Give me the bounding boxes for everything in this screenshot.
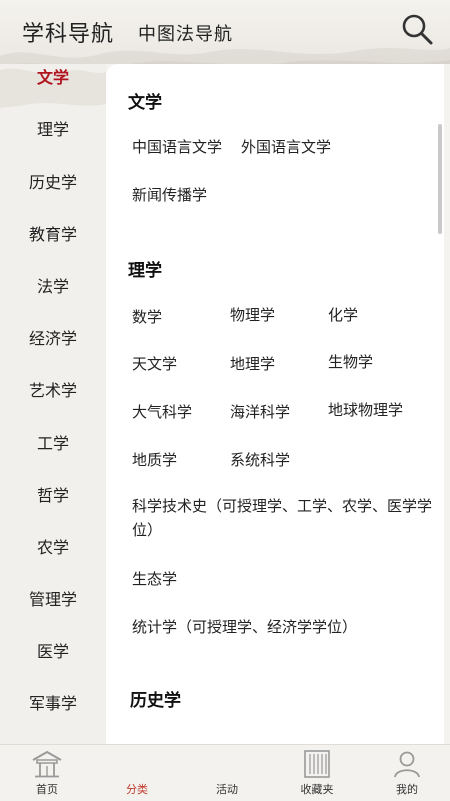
subject-link[interactable]: 地质学 xyxy=(132,449,177,470)
subject-content-panel[interactable]: 文学 中国语言文学 外国语言文学 新闻传播学 理学 数学 物理学 化学 天文学 … xyxy=(106,64,444,746)
sidebar-item-literature[interactable]: 文学 xyxy=(0,58,106,98)
sidebar-item-economics[interactable]: 经济学 xyxy=(0,319,106,359)
subject-link[interactable]: 物理学 xyxy=(230,304,275,325)
subject-link[interactable]: 生物学 xyxy=(328,351,373,372)
sidebar-item-management[interactable]: 管理学 xyxy=(0,580,106,620)
subject-link[interactable]: 地球物理学 xyxy=(328,399,403,420)
tab-clc-navigation[interactable]: 中图法导航 xyxy=(138,20,233,46)
nav-label-home: 首页 xyxy=(36,783,58,796)
section-title-science: 理学 xyxy=(128,261,162,281)
subject-link[interactable]: 天文学 xyxy=(132,353,177,374)
subject-link[interactable]: 系统科学 xyxy=(230,449,290,470)
nav-label-activity: 活动 xyxy=(216,783,238,796)
sidebar-item-agriculture[interactable]: 农学 xyxy=(0,528,106,568)
tab-subject-navigation[interactable]: 学科导航 xyxy=(22,16,114,48)
bookshelf-icon xyxy=(304,750,330,778)
bottom-navigation: 首页 分类 活动 收藏夹 我的 xyxy=(0,744,450,801)
subject-link[interactable]: 地理学 xyxy=(230,353,275,374)
subject-link[interactable]: 科学技术史（可授理学、工学、农学、医学学位） xyxy=(132,494,432,542)
nav-item-category[interactable]: 分类 xyxy=(92,745,182,801)
nav-label-favorites: 收藏夹 xyxy=(300,783,334,796)
nav-item-profile[interactable]: 我的 xyxy=(362,745,450,801)
sidebar-item-science[interactable]: 理学 xyxy=(0,110,106,150)
scrollbar[interactable] xyxy=(438,124,442,234)
sidebar-item-engineering[interactable]: 工学 xyxy=(0,424,106,464)
nav-item-activity[interactable]: 活动 xyxy=(182,745,272,801)
sidebar-item-art[interactable]: 艺术学 xyxy=(0,371,106,411)
subject-link[interactable]: 生态学 xyxy=(132,568,177,589)
subject-link[interactable]: 中国语言文学 xyxy=(132,136,222,157)
sidebar-item-philosophy[interactable]: 哲学 xyxy=(0,476,106,516)
category-sidebar: 文学 理学 历史学 教育学 法学 经济学 艺术学 工学 哲学 农学 管理学 医学… xyxy=(0,64,106,744)
subject-link[interactable]: 统计学（可授理学、经济学学位） xyxy=(132,616,357,637)
subject-link[interactable]: 化学 xyxy=(328,304,358,325)
search-icon[interactable] xyxy=(400,12,434,46)
subject-link[interactable]: 海洋科学 xyxy=(230,401,290,422)
section-title-literature: 文学 xyxy=(128,93,162,113)
subject-link[interactable]: 数学 xyxy=(132,306,162,327)
top-header: 学科导航 中图法导航 xyxy=(0,0,450,64)
sidebar-item-military[interactable]: 军事学 xyxy=(0,684,106,724)
subject-link[interactable]: 大气科学 xyxy=(132,401,192,422)
nav-item-home[interactable]: 首页 xyxy=(2,745,92,801)
sidebar-item-law[interactable]: 法学 xyxy=(0,267,106,307)
sidebar-item-education[interactable]: 教育学 xyxy=(0,215,106,255)
nav-label-profile: 我的 xyxy=(396,783,418,796)
nav-item-favorites[interactable]: 收藏夹 xyxy=(272,745,362,801)
subject-link[interactable]: 外国语言文学 xyxy=(241,136,331,157)
home-pavilion-icon xyxy=(32,750,62,778)
sidebar-item-medicine[interactable]: 医学 xyxy=(0,632,106,672)
sidebar-item-history[interactable]: 历史学 xyxy=(0,163,106,203)
section-title-history: 历史学 xyxy=(130,691,181,711)
user-icon xyxy=(394,751,420,778)
nav-label-category: 分类 xyxy=(126,783,148,796)
subject-link[interactable]: 新闻传播学 xyxy=(132,184,207,205)
